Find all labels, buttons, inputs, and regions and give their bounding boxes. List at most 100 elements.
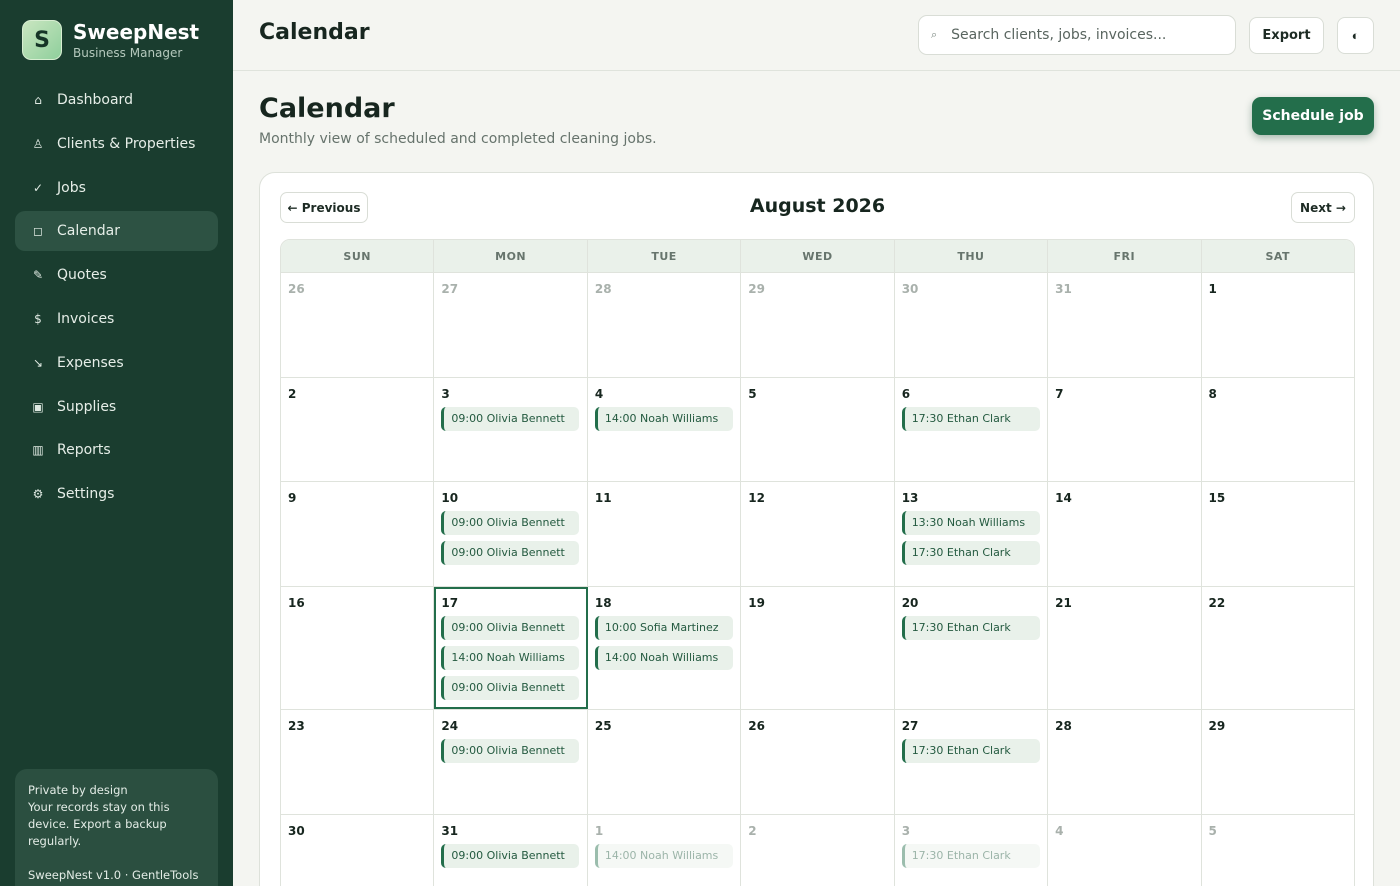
day-number: 15 <box>1208 491 1226 506</box>
theme-toggle-button[interactable]: ◐ <box>1337 17 1374 54</box>
calendar-day-cell[interactable]: 9 <box>281 482 435 586</box>
search-input[interactable] <box>951 27 1222 43</box>
calendar-day-cell[interactable]: 31 09:00 Olivia Bennett <box>434 814 588 886</box>
job-event-chip[interactable]: 09:00 Olivia Bennett <box>441 739 580 764</box>
calendar-day-cell[interactable]: 31 <box>1048 273 1202 377</box>
calendar-day-cell[interactable]: 11 <box>588 482 742 586</box>
job-event-chip[interactable]: 13:30 Noah Williams <box>901 511 1040 536</box>
calendar-day-cell[interactable]: 30 <box>895 273 1049 377</box>
sidebar-item-label: Calendar <box>57 223 120 240</box>
sidebar-item-settings[interactable]: ⚙ Settings <box>15 474 218 514</box>
calendar-day-cell[interactable]: 25 <box>588 710 742 814</box>
job-event-chip[interactable]: 09:00 Olivia Bennett <box>441 615 580 640</box>
sidebar-item-reports[interactable]: ▥ Reports <box>15 430 218 470</box>
page-title: Calendar <box>259 93 395 124</box>
schedule-job-button[interactable]: Schedule job <box>1252 97 1374 135</box>
calendar-day-cell[interactable]: 4 <box>1048 814 1202 886</box>
job-event-chip[interactable]: 14:00 Noah Williams <box>594 843 733 868</box>
calendar-day-cell[interactable]: 19 <box>741 586 895 710</box>
job-event-chip[interactable]: 09:00 Olivia Bennett <box>441 675 580 700</box>
calendar-day-cell[interactable]: 23 <box>281 710 435 814</box>
job-event-chip[interactable]: 09:00 Olivia Bennett <box>441 541 580 566</box>
search-box[interactable]: ⌕ <box>918 15 1236 55</box>
job-event-chip[interactable]: 14:00 Noah Williams <box>594 645 733 670</box>
export-button[interactable]: Export <box>1249 17 1324 54</box>
calendar-day-cell[interactable]: 3 09:00 Olivia Bennett <box>434 377 588 482</box>
day-number: 9 <box>288 491 297 506</box>
sidebar: S SweepNest Business Manager ⌂ Dashboard ♙… <box>0 0 233 886</box>
chart-icon: ▥ <box>32 443 44 458</box>
calendar-day-cell[interactable]: 1 <box>1202 273 1354 377</box>
calendar-day-cell[interactable]: 12 <box>741 482 895 586</box>
page-subtitle: Monthly view of scheduled and completed … <box>259 131 657 147</box>
job-event-chip[interactable]: 17:30 Ethan Clark <box>901 843 1040 868</box>
sidebar-item-clients-properties[interactable]: ♙ Clients & Properties <box>15 124 218 164</box>
job-event-chip[interactable]: 14:00 Noah Williams <box>594 406 733 431</box>
day-number: 11 <box>594 491 612 506</box>
calendar-day-cell[interactable]: 27 17:30 Ethan Clark <box>895 710 1049 814</box>
calendar-day-cell[interactable]: 2 <box>741 814 895 886</box>
day-number: 21 <box>1055 595 1072 610</box>
calendar-day-cell[interactable]: 3 17:30 Ethan Clark <box>895 814 1049 886</box>
calendar-day-cell[interactable]: 4 14:00 Noah Williams <box>588 377 742 482</box>
job-event-chip[interactable]: 17:30 Ethan Clark <box>901 739 1040 764</box>
calendar-icon: ◻ <box>33 224 43 239</box>
calendar-day-cell[interactable]: 5 <box>741 377 895 482</box>
calendar-day-cell[interactable]: 28 <box>588 273 742 377</box>
sidebar-item-dashboard[interactable]: ⌂ Dashboard <box>15 80 218 120</box>
privacy-note: Private by design Your records stay on t… <box>15 769 218 886</box>
calendar-day-cell[interactable]: 7 <box>1048 377 1202 482</box>
job-event-chip[interactable]: 17:30 Ethan Clark <box>901 615 1040 640</box>
job-event-chip[interactable]: 09:00 Olivia Bennett <box>441 406 580 431</box>
day-number: 31 <box>441 823 459 838</box>
calendar-day-cell[interactable]: 29 <box>741 273 895 377</box>
job-event-chip[interactable]: 14:00 Noah Williams <box>441 645 580 670</box>
calendar-day-cell[interactable]: 20 17:30 Ethan Clark <box>895 586 1049 710</box>
calendar-day-cell[interactable]: 26 <box>281 273 435 377</box>
sidebar-item-supplies[interactable]: ▣ Supplies <box>15 387 218 427</box>
day-number: 27 <box>901 719 919 734</box>
job-event-chip[interactable]: 10:00 Sofia Martinez <box>594 615 733 640</box>
job-event-chip[interactable]: 09:00 Olivia Bennett <box>441 843 580 868</box>
calendar-day-cell[interactable]: 5 <box>1202 815 1354 886</box>
calendar-day-cell[interactable]: 30 <box>281 814 435 886</box>
calendar-day-cell[interactable]: 10 09:00 Olivia Bennett 09:00 Olivia Benne… <box>434 482 588 586</box>
sidebar-item-quotes[interactable]: ✎ Quotes <box>15 255 218 295</box>
sidebar-nav: ⌂ Dashboard ♙ Clients & Properties ✓ Jobs ◻ Cal… <box>15 80 218 518</box>
sidebar-item-invoices[interactable]: $ Invoices <box>15 299 218 339</box>
calendar-day-cell[interactable]: 24 09:00 Olivia Bennett <box>434 710 588 814</box>
sidebar-item-label: Jobs <box>57 179 86 196</box>
job-event-chip[interactable]: 17:30 Ethan Clark <box>901 406 1040 431</box>
calendar-day-cell[interactable]: 26 <box>741 710 895 814</box>
calendar-day-cell[interactable]: 22 <box>1202 587 1354 710</box>
sidebar-item-jobs[interactable]: ✓ Jobs <box>15 168 218 208</box>
app-version: SweepNest v1.0 · GentleTools <box>28 868 199 882</box>
calendar-day-cell[interactable]: 1 14:00 Noah Williams <box>588 814 742 886</box>
previous-month-button[interactable]: ← Previous <box>280 192 368 223</box>
calendar-day-cell[interactable]: 13 13:30 Noah Williams 17:30 Ethan Clark <box>895 482 1049 586</box>
sidebar-item-calendar[interactable]: ◻ Calendar <box>15 211 218 252</box>
calendar-day-cell[interactable]: 16 <box>281 586 435 710</box>
calendar-day-cell[interactable]: 18 10:00 Sofia Martinez 14:00 Noah William… <box>588 586 742 710</box>
day-number: 26 <box>748 719 765 734</box>
day-number: 12 <box>748 491 765 506</box>
calendar-day-cell[interactable]: 2 <box>281 377 435 482</box>
calendar-day-cell[interactable]: 27 <box>434 273 588 377</box>
job-event-chip[interactable]: 17:30 Ethan Clark <box>901 541 1040 566</box>
calendar-day-cell[interactable]: 8 <box>1202 378 1354 482</box>
calendar-day-cell-selected[interactable]: 17 09:00 Olivia Bennett 14:00 Noah William… <box>434 586 588 710</box>
weekday-label: THU <box>895 240 1049 272</box>
calendar-day-cell[interactable]: 28 <box>1048 710 1202 814</box>
sidebar-item-label: Expenses <box>57 354 124 371</box>
sidebar-item-label: Invoices <box>57 310 115 327</box>
job-event-chip[interactable]: 09:00 Olivia Bennett <box>441 511 580 536</box>
calendar-day-cell[interactable]: 6 17:30 Ethan Clark <box>895 377 1049 482</box>
calendar-day-cell[interactable]: 14 <box>1048 482 1202 586</box>
brand[interactable]: S SweepNest Business Manager <box>22 20 199 60</box>
sidebar-item-label: Supplies <box>57 398 117 415</box>
sidebar-item-expenses[interactable]: ↘ Expenses <box>15 343 218 383</box>
calendar-day-cell[interactable]: 15 <box>1202 482 1354 586</box>
next-month-button[interactable]: Next → <box>1291 192 1355 223</box>
calendar-day-cell[interactable]: 29 <box>1202 710 1354 814</box>
calendar-day-cell[interactable]: 21 <box>1048 586 1202 710</box>
